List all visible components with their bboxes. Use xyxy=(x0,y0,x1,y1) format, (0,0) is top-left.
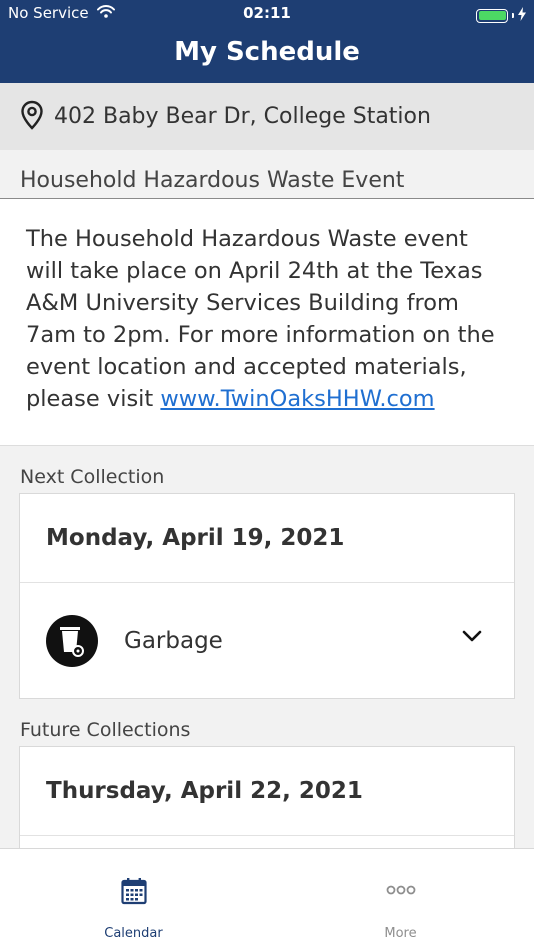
next-collection-date: Monday, April 19, 2021 xyxy=(20,494,514,583)
more-dots-icon xyxy=(267,885,534,895)
page-title: My Schedule xyxy=(174,37,360,67)
status-time: 02:11 xyxy=(243,4,291,22)
collection-item-garbage[interactable]: Garbage xyxy=(20,583,514,698)
notice-text: The Household Hazardous Waste event will… xyxy=(26,223,508,415)
navigation-bar: My Schedule xyxy=(0,28,534,83)
next-collection-label: Next Collection xyxy=(20,466,165,488)
tab-more-label: More xyxy=(384,926,417,941)
collection-item-label: Garbage xyxy=(124,627,223,654)
address-text: 402 Baby Bear Dr, College Station xyxy=(54,104,431,129)
next-collection-card: Monday, April 19, 2021 Garbage xyxy=(19,493,515,699)
future-collections-label: Future Collections xyxy=(20,719,191,741)
notice-header: Household Hazardous Waste Event xyxy=(0,150,534,199)
chevron-down-icon[interactable] xyxy=(462,627,482,646)
battery-tip xyxy=(512,13,514,18)
tab-bar: Calendar More xyxy=(0,848,534,950)
status-right xyxy=(476,6,526,25)
notice-body-text: The Household Hazardous Waste event will… xyxy=(26,226,495,412)
calendar-icon xyxy=(0,877,267,905)
garbage-bin-icon xyxy=(46,614,98,667)
address-bar[interactable]: 402 Baby Bear Dr, College Station xyxy=(0,83,534,150)
notice-title: Household Hazardous Waste Event xyxy=(20,168,405,193)
notice-link[interactable]: www.TwinOaksHHW.com xyxy=(160,386,434,412)
charging-bolt-icon xyxy=(518,6,526,25)
battery-icon xyxy=(476,8,508,23)
tab-more[interactable]: More xyxy=(267,849,534,950)
location-pin-icon xyxy=(20,100,44,134)
tab-calendar-label: Calendar xyxy=(104,926,163,941)
battery-level xyxy=(478,11,506,20)
future-collection-date: Thursday, April 22, 2021 xyxy=(20,747,514,836)
status-bar: No Service 02:11 xyxy=(0,0,534,28)
tab-calendar[interactable]: Calendar xyxy=(0,849,267,950)
notice-body: The Household Hazardous Waste event will… xyxy=(0,199,534,446)
